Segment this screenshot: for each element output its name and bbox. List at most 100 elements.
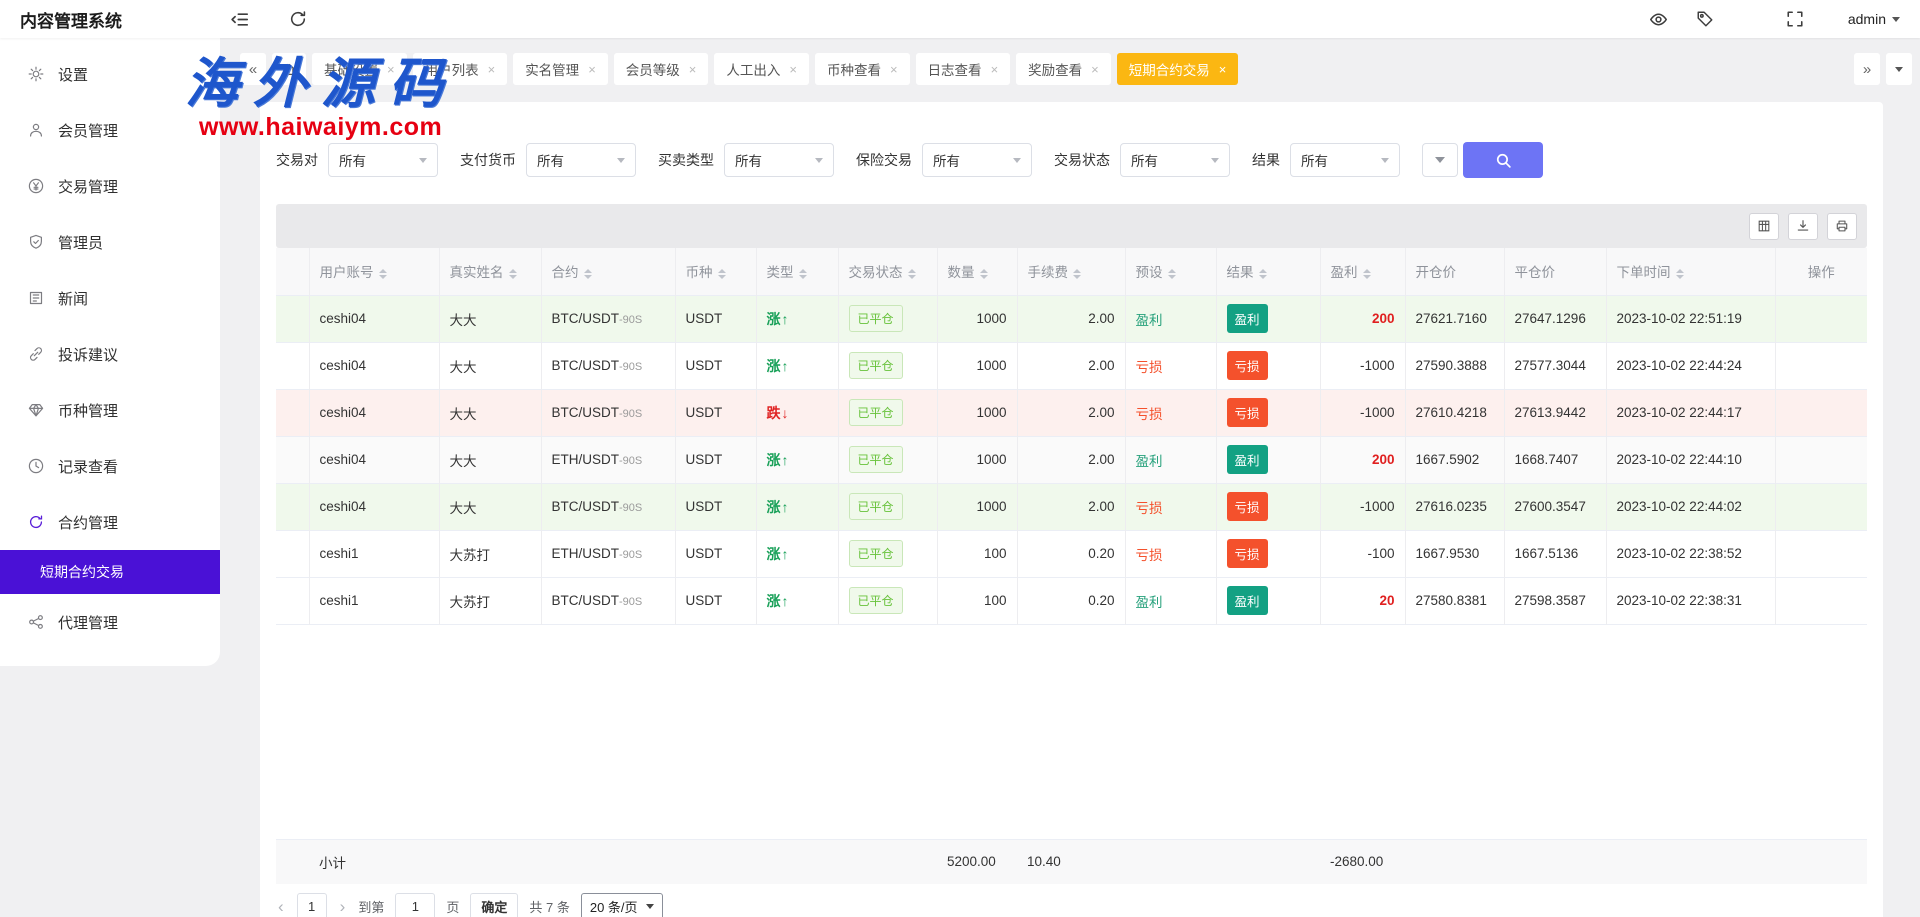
sidebar-item-members[interactable]: 会员管理 <box>0 102 220 158</box>
cell-realname: 大苏打 <box>439 530 541 577</box>
goto-page-input[interactable] <box>395 893 435 917</box>
expand-filters-button[interactable] <box>1422 143 1458 177</box>
column-order-time[interactable]: 下单时间 <box>1606 248 1775 295</box>
tag-button[interactable] <box>1696 10 1714 28</box>
page-size-select[interactable]: 20 条/页 <box>581 893 663 917</box>
cell-account: ceshi04 <box>309 389 439 436</box>
result-badge: 盈利 <box>1227 304 1268 333</box>
filter-select[interactable]: 所有 <box>724 143 834 177</box>
filter-select[interactable]: 所有 <box>922 143 1032 177</box>
sidebar-subitem-short-term-contract[interactable]: 短期合约交易 <box>0 550 220 594</box>
column-type[interactable]: 类型 <box>756 248 838 295</box>
tab-close-icon[interactable]: × <box>689 62 697 77</box>
sort-icon <box>1073 269 1081 279</box>
cell-qty: 1000 <box>937 295 1017 342</box>
tab[interactable]: 人工出入 × <box>714 53 809 85</box>
refresh-button[interactable] <box>289 10 307 28</box>
filter-select[interactable]: 所有 <box>1290 143 1400 177</box>
tabs-menu-button[interactable] <box>1886 53 1912 85</box>
tab-list: 基础设置 × 用户列表 × 实名管理 × 会员等级 × <box>312 53 1848 85</box>
chevron-down-icon <box>419 158 427 163</box>
sort-icon <box>718 269 726 279</box>
sidebar-item-transactions[interactable]: 交易管理 <box>0 158 220 214</box>
column-fee[interactable]: 手续费 <box>1017 248 1125 295</box>
filter-select[interactable]: 所有 <box>526 143 636 177</box>
column-contract[interactable]: 合约 <box>541 248 675 295</box>
tab-close-icon[interactable]: × <box>588 62 596 77</box>
cell-actions <box>1775 483 1867 530</box>
column-preset[interactable]: 预设 <box>1125 248 1216 295</box>
tabs-scroll-left-button[interactable]: « <box>240 53 266 85</box>
sort-icon <box>509 269 517 279</box>
column-qty[interactable]: 数量 <box>937 248 1017 295</box>
sidebar-item-admins[interactable]: 管理员 <box>0 214 220 270</box>
column-account[interactable]: 用户账号 <box>309 248 439 295</box>
tabs-scroll-right-button[interactable]: » <box>1854 53 1880 85</box>
home-tab[interactable] <box>272 53 306 85</box>
total-count-label: 共 7 条 <box>529 897 569 916</box>
tab-close-icon[interactable]: × <box>1091 62 1099 77</box>
cell-preset: 亏损 <box>1125 530 1216 577</box>
sidebar-item-feedback[interactable]: 投诉建议 <box>0 326 220 382</box>
printer-icon <box>1835 219 1849 233</box>
sidebar-item-settings[interactable]: 设置 <box>0 46 220 102</box>
cell-status: 已平仓 <box>838 342 937 389</box>
cell-fee: 2.00 <box>1017 342 1125 389</box>
tab[interactable]: 基础设置 × <box>312 53 407 85</box>
column-profit[interactable]: 盈利 <box>1320 248 1405 295</box>
print-button[interactable] <box>1827 213 1857 240</box>
main-area: « 基础设置 × 用户列表 × 实名管理 × <box>240 38 1920 917</box>
column-settings-button[interactable] <box>1749 213 1779 240</box>
cell-preset: 亏损 <box>1125 342 1216 389</box>
tab[interactable]: 实名管理 × <box>513 53 608 85</box>
chevron-down-icon <box>646 904 654 909</box>
current-page-button[interactable]: 1 <box>297 893 327 917</box>
tab[interactable]: 短期合约交易 × <box>1117 53 1239 85</box>
chevron-down-icon <box>1013 158 1021 163</box>
filter-select[interactable]: 所有 <box>328 143 438 177</box>
tab[interactable]: 奖励查看 × <box>1016 53 1111 85</box>
cell-type: 涨↑ <box>756 436 838 483</box>
pagination: ‹ 1 › 到第 页 确定 共 7 条 20 条/页 <box>276 893 1867 917</box>
sidebar-item-agents[interactable]: 代理管理 <box>0 594 220 650</box>
column-result[interactable]: 结果 <box>1216 248 1320 295</box>
cell-preset: 盈利 <box>1125 295 1216 342</box>
sidebar-collapse-button[interactable] <box>230 10 249 29</box>
tab-close-icon[interactable]: × <box>387 62 395 77</box>
fullscreen-button[interactable] <box>1786 10 1804 28</box>
cell-account: ceshi1 <box>309 577 439 624</box>
sidebar-item-records[interactable]: 记录查看 <box>0 438 220 494</box>
cell-contract: BTC/USDT-90S <box>541 295 675 342</box>
chevron-down-icon <box>1211 158 1219 163</box>
sidebar-item-news[interactable]: 新闻 <box>0 270 220 326</box>
theme-button[interactable] <box>1649 10 1668 29</box>
user-menu[interactable]: admin <box>1848 11 1900 27</box>
search-button[interactable] <box>1463 142 1543 178</box>
filter-label: 结果 <box>1252 150 1280 170</box>
cell-open-price: 27610.4218 <box>1405 389 1504 436</box>
column-coin[interactable]: 币种 <box>675 248 756 295</box>
tab[interactable]: 币种查看 × <box>815 53 910 85</box>
tab-close-icon[interactable]: × <box>488 62 496 77</box>
column-status[interactable]: 交易状态 <box>838 248 937 295</box>
tab[interactable]: 会员等级 × <box>614 53 709 85</box>
tab-close-icon[interactable]: × <box>789 62 797 77</box>
sidebar-item-currencies[interactable]: 币种管理 <box>0 382 220 438</box>
cell-fee: 2.00 <box>1017 389 1125 436</box>
next-page-button[interactable]: › <box>338 897 348 917</box>
tab-close-icon[interactable]: × <box>1219 62 1227 77</box>
goto-confirm-button[interactable]: 确定 <box>470 893 518 917</box>
tab[interactable]: 日志查看 × <box>916 53 1011 85</box>
sidebar-item-contracts[interactable]: 合约管理 <box>0 494 220 550</box>
prev-page-button[interactable]: ‹ <box>276 897 286 917</box>
tab-close-icon[interactable]: × <box>991 62 999 77</box>
table-row: ceshi1 大苏打 ETH/USDT-90S USDT 涨↑ 已平仓 100 … <box>276 530 1867 577</box>
cell-qty: 1000 <box>937 389 1017 436</box>
tab[interactable]: 用户列表 × <box>413 53 508 85</box>
cell-result: 盈利 <box>1216 436 1320 483</box>
column-realname[interactable]: 真实姓名 <box>439 248 541 295</box>
tab-close-icon[interactable]: × <box>890 62 898 77</box>
export-button[interactable] <box>1788 213 1818 240</box>
column-open-price: 开仓价 <box>1405 248 1504 295</box>
filter-select[interactable]: 所有 <box>1120 143 1230 177</box>
